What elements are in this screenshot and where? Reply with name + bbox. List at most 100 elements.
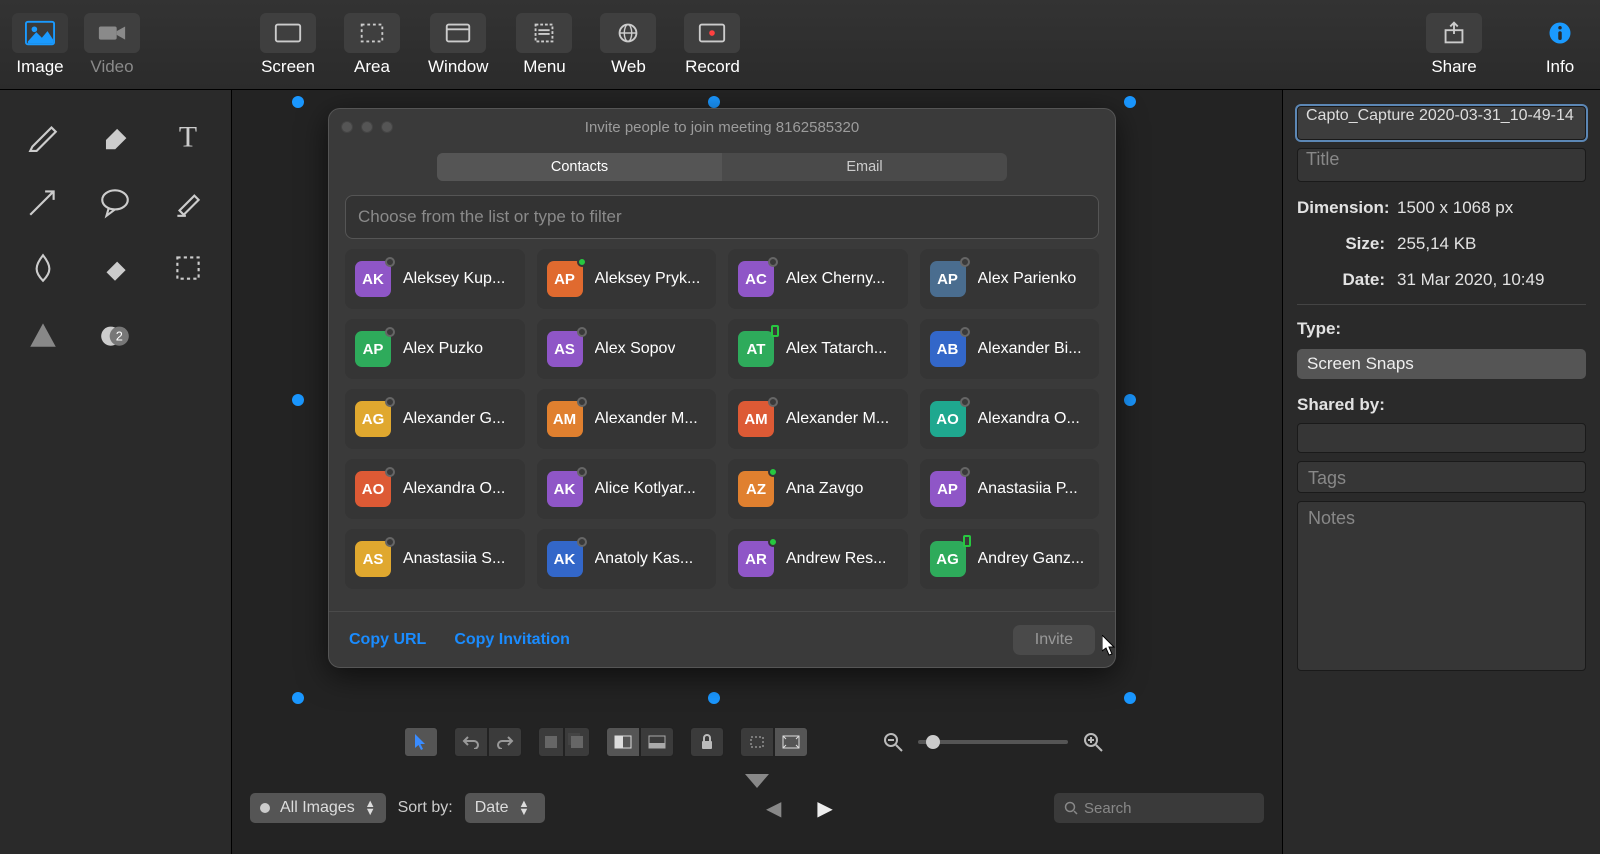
- fit-button[interactable]: [740, 727, 774, 757]
- contact-item[interactable]: AOAlexandra O...: [920, 389, 1100, 449]
- contact-item[interactable]: APAleksey Pryk...: [537, 249, 717, 309]
- screen-icon: [260, 13, 316, 53]
- contact-item[interactable]: ACAlex Cherny...: [728, 249, 908, 309]
- presence-indicator: [768, 537, 778, 547]
- contact-item[interactable]: AMAlexander M...: [728, 389, 908, 449]
- contact-item[interactable]: APAlex Parienko: [920, 249, 1100, 309]
- canvas[interactable]: Invite people to join meeting 8162585320…: [232, 90, 1282, 854]
- top-toolbar: Image Video Screen Area Window Menu Web: [0, 0, 1600, 90]
- filename-input[interactable]: Capto_Capture 2020-03-31_10-49-14: [1297, 106, 1586, 140]
- lock-button[interactable]: [690, 727, 724, 757]
- info-icon: [1532, 13, 1588, 53]
- contact-item[interactable]: AZAna Zavgo: [728, 459, 908, 519]
- record-button[interactable]: Record: [684, 13, 740, 77]
- undo-button[interactable]: [454, 727, 488, 757]
- contact-item[interactable]: APAnastasiia P...: [920, 459, 1100, 519]
- zoom-out-button[interactable]: [876, 727, 910, 757]
- speech-tool[interactable]: [82, 172, 148, 232]
- prev-button[interactable]: ◀: [760, 796, 787, 821]
- pointer-tool-button[interactable]: [404, 727, 438, 757]
- split-view-button[interactable]: [606, 727, 640, 757]
- blur-tool[interactable]: [10, 238, 76, 298]
- mode-image-label: Image: [16, 57, 63, 77]
- contact-item[interactable]: ABAlexander Bi...: [920, 319, 1100, 379]
- web-icon: [600, 13, 656, 53]
- record-icon: [684, 13, 740, 53]
- shared-input[interactable]: [1297, 423, 1586, 453]
- zoom-traffic-light[interactable]: [381, 121, 393, 133]
- share-button[interactable]: Share: [1426, 13, 1482, 77]
- shape-tool[interactable]: [10, 304, 76, 364]
- minimize-traffic-light[interactable]: [361, 121, 373, 133]
- contact-item[interactable]: AGAlexander G...: [345, 389, 525, 449]
- mode-image-button[interactable]: Image: [12, 13, 68, 77]
- avatar: AK: [355, 261, 391, 297]
- contact-item[interactable]: APAlex Puzko: [345, 319, 525, 379]
- marquee-tool[interactable]: [155, 238, 221, 298]
- capture-web-button[interactable]: Web: [600, 13, 656, 77]
- avatar: AR: [738, 541, 774, 577]
- pencil-tool[interactable]: [10, 106, 76, 166]
- contact-item[interactable]: AGAndrey Ganz...: [920, 529, 1100, 589]
- layers-tool[interactable]: 2: [82, 304, 148, 364]
- tab-email[interactable]: Email: [722, 153, 1007, 181]
- contact-item[interactable]: AKAleksey Kup...: [345, 249, 525, 309]
- zoom-in-button[interactable]: [1076, 727, 1110, 757]
- info-button[interactable]: Info: [1532, 13, 1588, 77]
- avatar: AG: [355, 401, 391, 437]
- library-search-input[interactable]: Search: [1054, 793, 1264, 823]
- actual-button[interactable]: [774, 727, 808, 757]
- contact-name: Alice Kotlyar...: [595, 480, 696, 498]
- capture-menu-label: Menu: [523, 57, 566, 77]
- mode-video-button[interactable]: Video: [84, 13, 140, 77]
- contact-search-input[interactable]: Choose from the list or type to filter: [345, 195, 1099, 239]
- next-button[interactable]: ▶: [811, 796, 838, 821]
- copy-url-button[interactable]: Copy URL: [349, 631, 426, 649]
- type-value: Screen Snaps: [1307, 354, 1414, 374]
- library-filter[interactable]: All Images ▲▼: [250, 793, 386, 823]
- contact-name: Anastasiia S...: [403, 550, 505, 568]
- invite-button[interactable]: Invite: [1013, 625, 1095, 655]
- arrow-tool[interactable]: [10, 172, 76, 232]
- invite-dialog: Invite people to join meeting 8162585320…: [328, 108, 1116, 668]
- copy-invitation-button[interactable]: Copy Invitation: [454, 631, 570, 649]
- collapse-triangle-icon[interactable]: [745, 774, 769, 788]
- redo-button[interactable]: [488, 727, 522, 757]
- contact-item[interactable]: ASAlex Sopov: [537, 319, 717, 379]
- layer-back-button[interactable]: [538, 727, 564, 757]
- text-tool[interactable]: T: [155, 106, 221, 166]
- presence-indicator: [960, 467, 970, 477]
- contact-item[interactable]: ARAndrew Res...: [728, 529, 908, 589]
- contact-name: Aleksey Pryk...: [595, 270, 701, 288]
- bottom-view-button[interactable]: [640, 727, 674, 757]
- highlight-tool[interactable]: [155, 172, 221, 232]
- capture-menu-button[interactable]: Menu: [516, 13, 572, 77]
- title-input[interactable]: Title: [1297, 148, 1586, 182]
- contact-item[interactable]: AMAlexander M...: [537, 389, 717, 449]
- tab-contacts[interactable]: Contacts: [437, 153, 722, 181]
- tools-sidebar: T 2: [0, 90, 232, 854]
- tags-input[interactable]: Tags: [1297, 461, 1586, 493]
- contact-item[interactable]: AOAlexandra O...: [345, 459, 525, 519]
- smudge-tool[interactable]: [82, 238, 148, 298]
- avatar: AK: [547, 471, 583, 507]
- contact-item[interactable]: ATAlex Tatarch...: [728, 319, 908, 379]
- contact-item[interactable]: ASAnastasiia S...: [345, 529, 525, 589]
- notes-input[interactable]: Notes: [1297, 501, 1586, 671]
- capture-window-button[interactable]: Window: [428, 13, 488, 77]
- sort-select[interactable]: Date ▲▼: [465, 793, 545, 823]
- area-icon: [344, 13, 400, 53]
- contact-name: Alexandra O...: [978, 410, 1080, 428]
- close-traffic-light[interactable]: [341, 121, 353, 133]
- zoom-slider[interactable]: [918, 740, 1068, 744]
- capture-area-button[interactable]: Area: [344, 13, 400, 77]
- eraser-tool[interactable]: [82, 106, 148, 166]
- contact-item[interactable]: AKAnatoly Kas...: [537, 529, 717, 589]
- type-select[interactable]: Screen Snaps ▲▼: [1297, 349, 1586, 379]
- contact-item[interactable]: AK Alice Kotlyar...: [537, 459, 717, 519]
- avatar: AG: [930, 541, 966, 577]
- date-label: Date:: [1297, 270, 1385, 290]
- capture-screen-button[interactable]: Screen: [260, 13, 316, 77]
- avatar: AO: [355, 471, 391, 507]
- layer-front-button[interactable]: [564, 727, 590, 757]
